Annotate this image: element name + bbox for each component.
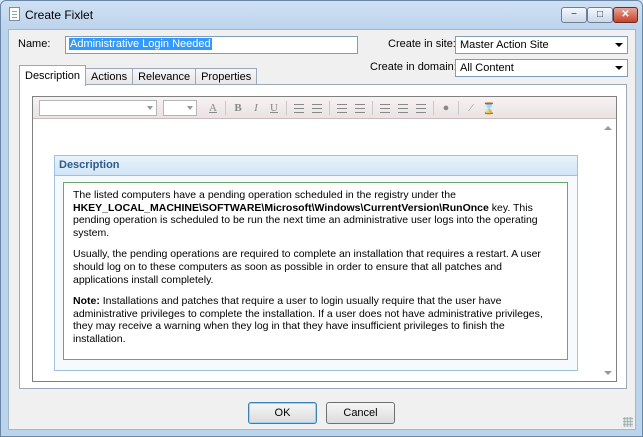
editor-toolbar: A B I U ● ⁄ ⌛: [33, 97, 616, 119]
title-bar[interactable]: Create Fixlet − □ ✕: [1, 1, 642, 29]
domain-select[interactable]: All Content: [455, 59, 628, 77]
toolbar-separator: [458, 101, 459, 115]
description-tab-panel: A B I U ● ⁄ ⌛ Description The listed com…: [19, 84, 627, 389]
name-field-value: Administrative Login Needed: [69, 38, 212, 50]
tab-description[interactable]: Description: [19, 65, 87, 86]
editor-scrollbar[interactable]: [600, 120, 616, 381]
note-label: Note:: [73, 295, 100, 308]
underline-icon[interactable]: U: [266, 100, 282, 116]
align-left-icon[interactable]: [377, 100, 393, 116]
window-title: Create Fixlet: [25, 8, 94, 22]
tab-strip: Description Actions Relevance Properties: [19, 65, 258, 86]
chevron-down-icon: [187, 106, 193, 110]
rich-text-editor: A B I U ● ⁄ ⌛ Description The listed com…: [32, 96, 617, 382]
html-wand-icon[interactable]: ⁄: [463, 100, 479, 116]
editor-content-area[interactable]: Description The listed computers have a …: [33, 120, 616, 381]
font-size-combo[interactable]: [163, 100, 197, 116]
p1-text: The listed computers have a pending oper…: [73, 189, 456, 201]
paragraph-2: Usually, the pending operations are requ…: [73, 248, 541, 286]
create-fixlet-window: Create Fixlet − □ ✕ Name: Administrative…: [0, 0, 643, 437]
scroll-up-icon[interactable]: [604, 126, 612, 130]
site-select[interactable]: Master Action Site: [455, 36, 628, 54]
insert-link-icon[interactable]: ●: [438, 100, 454, 116]
maximize-button[interactable]: □: [587, 7, 613, 23]
minimize-button[interactable]: −: [561, 7, 587, 23]
chevron-down-icon: [147, 106, 153, 110]
description-header: Description: [55, 156, 577, 176]
cancel-button[interactable]: Cancel: [326, 402, 395, 424]
toolbar-separator: [372, 101, 373, 115]
toolbar-separator: [433, 101, 434, 115]
resize-grip-icon[interactable]: [623, 417, 633, 427]
close-button[interactable]: ✕: [613, 7, 638, 23]
font-color-icon[interactable]: A: [205, 100, 221, 116]
align-center-icon[interactable]: [395, 100, 411, 116]
ok-button[interactable]: OK: [248, 402, 317, 424]
font-family-combo[interactable]: [39, 100, 157, 116]
registry-key: HKEY_LOCAL_MACHINE\SOFTWARE\Microsoft\Wi…: [73, 201, 489, 214]
chevron-down-icon: [615, 43, 623, 47]
paragraph-3: Note: Installations and patches that req…: [73, 295, 558, 345]
domain-label: Create in domain:: [370, 61, 457, 73]
ordered-list-icon[interactable]: [291, 100, 307, 116]
italic-icon[interactable]: I: [248, 100, 264, 116]
scroll-down-icon[interactable]: [604, 371, 612, 375]
paragraph-1: The listed computers have a pending oper…: [73, 189, 558, 239]
domain-select-value: All Content: [460, 62, 514, 74]
site-select-value: Master Action Site: [460, 39, 549, 51]
description-section: Description The listed computers have a …: [54, 155, 578, 371]
unordered-list-icon[interactable]: [309, 100, 325, 116]
indent-icon[interactable]: [352, 100, 368, 116]
name-field[interactable]: Administrative Login Needed: [65, 36, 358, 54]
clean-format-icon[interactable]: ⌛: [481, 100, 497, 116]
description-text[interactable]: The listed computers have a pending oper…: [63, 182, 568, 360]
p3-text: Installations and patches that require a…: [73, 295, 543, 345]
bold-icon[interactable]: B: [230, 100, 246, 116]
toolbar-separator: [329, 101, 330, 115]
toolbar-separator: [286, 101, 287, 115]
outdent-icon[interactable]: [334, 100, 350, 116]
site-label: Create in site:: [388, 38, 456, 50]
document-icon: [9, 7, 20, 21]
dialog-client-area: Name: Administrative Login Needed Create…: [8, 29, 636, 430]
toolbar-separator: [225, 101, 226, 115]
align-right-icon[interactable]: [413, 100, 429, 116]
chevron-down-icon: [615, 66, 623, 70]
name-label: Name:: [18, 38, 51, 50]
